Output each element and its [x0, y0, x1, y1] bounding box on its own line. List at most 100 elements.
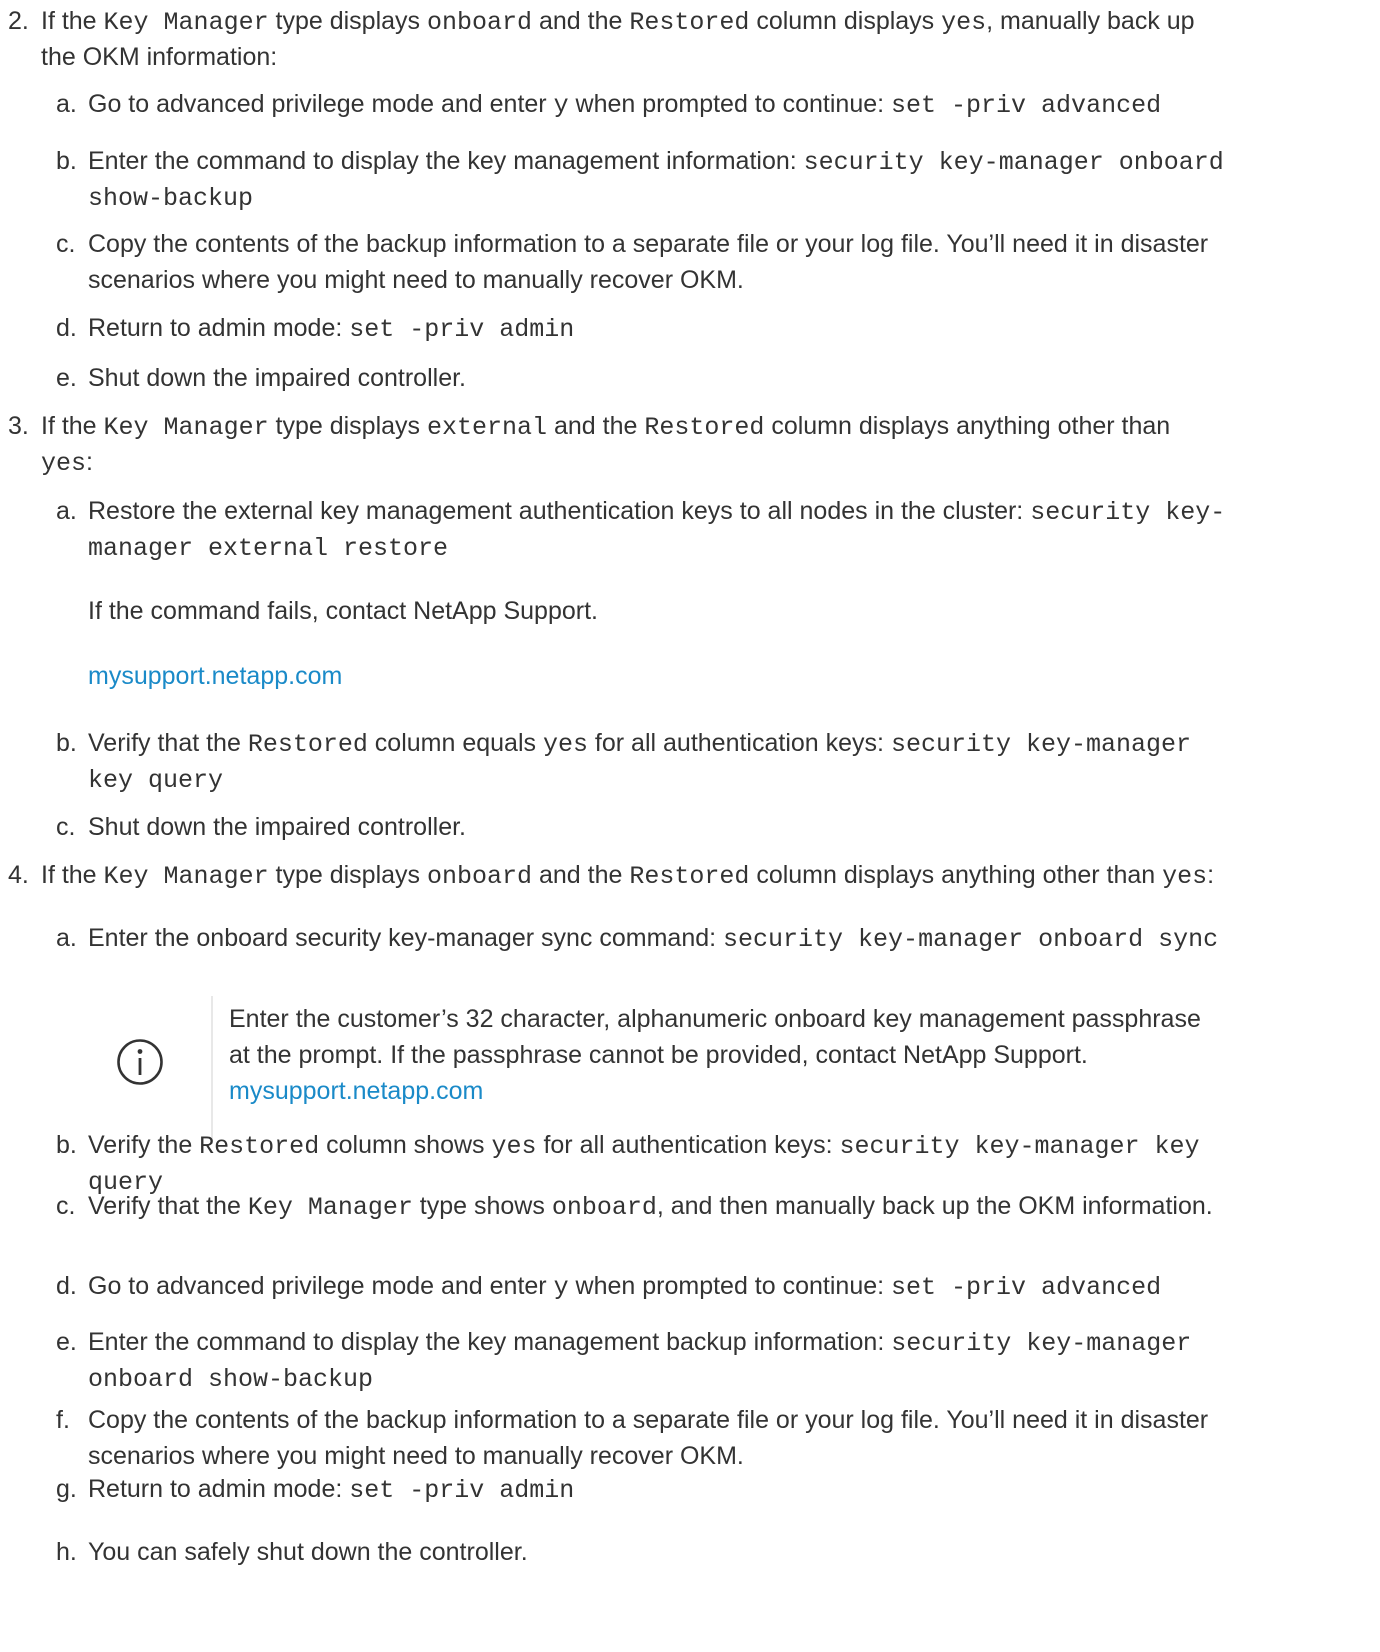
list-marker: h. [56, 1538, 77, 1566]
text-line: If the Key Manager type displays onboard… [41, 858, 1214, 894]
text-run: Return to admin mode: [88, 314, 350, 342]
text-run: Enter the onboard security key-manager s… [88, 924, 724, 952]
list-marker: b. [56, 147, 77, 175]
text-run: Copy the contents of the backup informat… [88, 230, 1209, 258]
text-run: If the [41, 7, 104, 35]
inline-code: security key-manager onboard [803, 148, 1224, 177]
inline-code: Restored [629, 8, 750, 37]
text-run: Go to advanced privilege mode and enter [88, 1272, 554, 1300]
text-line: scenarios where you might need to manual… [88, 263, 744, 297]
text-run: when prompted to continue: [568, 1272, 892, 1300]
support-link[interactable]: mysupport.netapp.com [229, 1077, 483, 1105]
inline-code: key query [88, 766, 224, 795]
text-line: the OKM information: [41, 40, 277, 74]
text-run: for all authentication keys: [536, 1131, 840, 1159]
text-run: Verify the [88, 1131, 200, 1159]
inline-code: yes [941, 8, 987, 37]
inline-code: y [553, 1273, 569, 1302]
text-run: Enter the command to display the key man… [88, 1328, 892, 1356]
text-run: scenarios where you might need to manual… [88, 1442, 744, 1470]
inline-code: yes [491, 1132, 537, 1161]
text-line: Verify that the Restored column equals y… [88, 726, 1191, 762]
inline-code: security key-manager onboard sync [723, 925, 1219, 954]
text-run: column displays anything other than [749, 861, 1163, 889]
text-line: Enter the command to display the key man… [88, 144, 1224, 180]
inline-code: set -priv advanced [891, 1273, 1162, 1302]
text-run: If the [41, 412, 104, 440]
list-marker: a. [56, 924, 77, 952]
text-line: Return to admin mode: set -priv admin [88, 1472, 574, 1508]
text-line: Enter the command to display the key man… [88, 1325, 1191, 1361]
inline-code: onboard [427, 8, 533, 37]
text-line: manager external restore [88, 530, 448, 566]
list-marker: c. [56, 1192, 76, 1220]
text-run: Enter the command to display the key man… [88, 147, 804, 175]
inline-code: security key-manager [891, 1329, 1192, 1358]
text-run: and the [532, 861, 630, 889]
procedure-document: 2. If the Key Manager type displays onboa… [0, 0, 1380, 1652]
list-marker: g. [56, 1475, 77, 1503]
text-run: If the [41, 861, 104, 889]
text-run: If the command fails, contact NetApp Sup… [88, 597, 598, 625]
text-run: for all authentication keys: [587, 729, 891, 757]
text-run: Shut down the impaired controller. [88, 364, 466, 392]
text-line: mysupport.netapp.com [229, 1074, 483, 1108]
text-line: If the Key Manager type displays externa… [41, 409, 1170, 445]
text-line: You can safely shut down the controller. [88, 1535, 528, 1569]
inline-code: Key Manager [103, 8, 269, 37]
text-run: type displays [268, 861, 427, 889]
list-marker: a. [56, 497, 77, 525]
text-line: Copy the contents of the backup informat… [88, 227, 1208, 261]
text-run: Shut down the impaired controller. [88, 813, 466, 841]
text-run: column displays anything other than [764, 412, 1171, 440]
list-marker: d. [56, 1272, 77, 1300]
list-marker: c. [56, 230, 76, 258]
inline-code: manager external restore [88, 534, 449, 563]
inline-code: set -priv admin [349, 1476, 575, 1505]
text-line: Enter the customer’s 32 character, alpha… [229, 1002, 1201, 1036]
text-run: , manually back up [986, 7, 1195, 35]
text-run: and the [547, 412, 645, 440]
info-icon [117, 1039, 163, 1085]
text-run: column shows [319, 1131, 492, 1159]
text-run: Verify that the [88, 729, 248, 757]
inline-code: Key Manager [103, 862, 269, 891]
text-run: at the prompt. If the passphrase cannot … [229, 1041, 1088, 1069]
text-line: Enter the onboard security key-manager s… [88, 921, 1218, 957]
support-link[interactable]: mysupport.netapp.com [88, 662, 342, 690]
inline-code: security key- [1030, 498, 1226, 527]
inline-code: show-backup [88, 184, 254, 213]
inline-code: set -priv admin [349, 315, 575, 344]
list-marker: f. [56, 1406, 70, 1434]
inline-code: set -priv advanced [891, 91, 1162, 120]
list-marker: c. [56, 813, 76, 841]
text-run: You can safely shut down the controller. [88, 1538, 528, 1566]
inline-code: yes [41, 449, 87, 478]
text-run: Enter the customer’s 32 character, alpha… [229, 1005, 1201, 1033]
inline-code: Restored [199, 1132, 320, 1161]
list-marker: b. [56, 729, 77, 757]
text-run: when prompted to continue: [568, 90, 892, 118]
text-line: at the prompt. If the passphrase cannot … [229, 1038, 1088, 1072]
text-run: and the [532, 7, 630, 35]
text-line: show-backup [88, 180, 253, 216]
text-line: Shut down the impaired controller. [88, 361, 466, 395]
text-line: If the command fails, contact NetApp Sup… [88, 594, 598, 628]
inline-code: security key-manager key [839, 1132, 1200, 1161]
list-marker: a. [56, 90, 77, 118]
text-line: Return to admin mode: set -priv admin [88, 311, 574, 347]
inline-code: onboard [551, 1193, 657, 1222]
list-marker: 3. [8, 412, 29, 440]
list-marker: e. [56, 1328, 77, 1356]
text-run: Verify that the [88, 1192, 248, 1220]
list-marker: d. [56, 314, 77, 342]
inline-code: Key Manager [247, 1193, 413, 1222]
list-marker: b. [56, 1131, 77, 1159]
inline-code: Restored [629, 862, 750, 891]
text-run: column displays [749, 7, 942, 35]
list-marker: e. [56, 364, 77, 392]
text-run: : [86, 448, 93, 476]
inline-code: yes [542, 730, 588, 759]
text-run: , and then manually back up the OKM info… [656, 1192, 1213, 1220]
text-run: Go to advanced privilege mode and enter [88, 90, 554, 118]
